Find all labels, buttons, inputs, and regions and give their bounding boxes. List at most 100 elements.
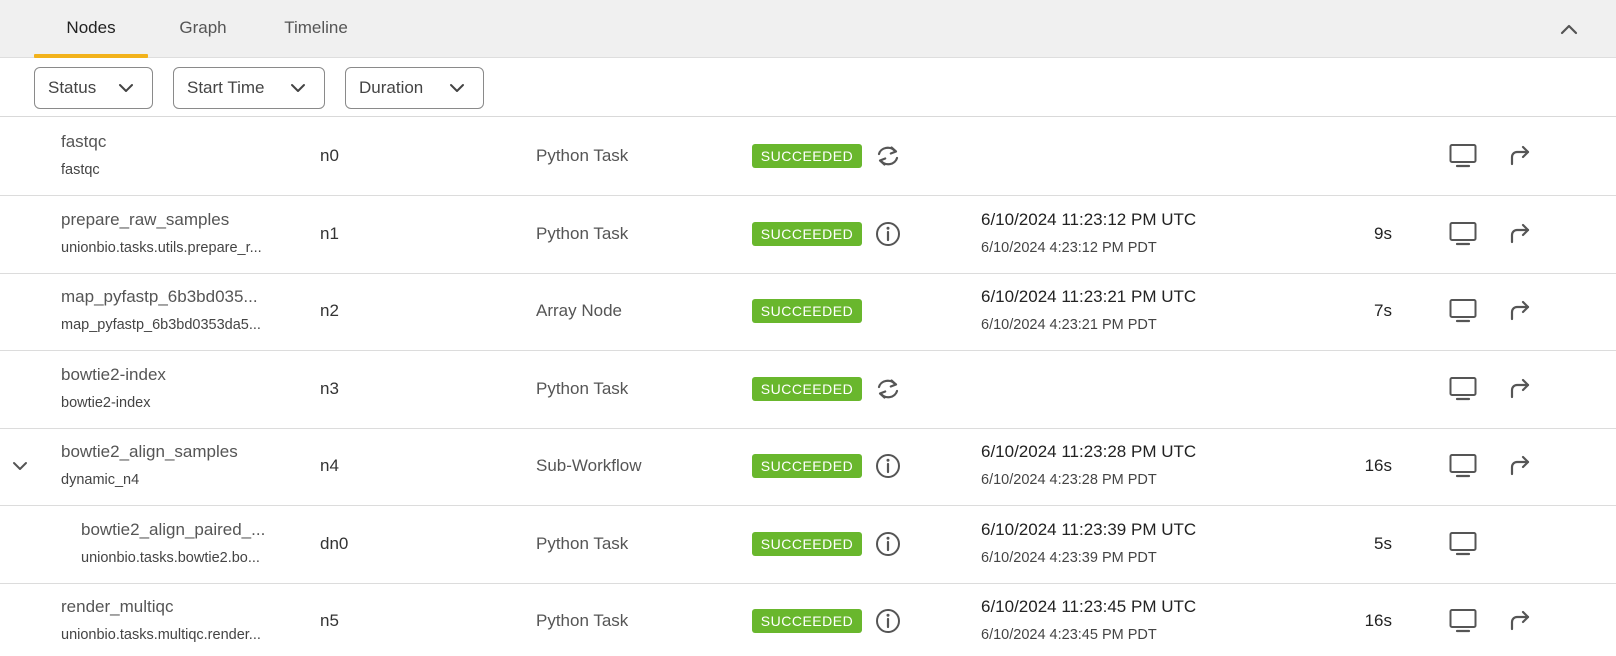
duration: 9s xyxy=(1374,223,1392,243)
node-subtitle: fastqc xyxy=(61,162,100,178)
start-time-filter-label: Start Time xyxy=(187,78,265,97)
tab-graph[interactable]: Graph xyxy=(158,0,248,58)
view-logs-button[interactable] xyxy=(1448,530,1478,558)
node-name: render_multiqc xyxy=(61,597,174,616)
rerun-arrow-icon xyxy=(1506,610,1534,639)
node-type: Array Node xyxy=(536,301,622,320)
rerun-button[interactable] xyxy=(1506,607,1534,635)
table-row[interactable]: bowtie2-index bowtie2-index n3 Python Task S… xyxy=(0,351,1616,429)
start-time-utc: 6/10/2024 11:23:28 PM UTC xyxy=(981,442,1197,461)
table-row[interactable]: render_multiqc unionbio.tasks.multiqc.ren… xyxy=(0,583,1616,656)
monitor-icon xyxy=(1448,609,1478,639)
duration-filter[interactable]: Duration xyxy=(345,67,484,109)
node-subtitle: unionbio.tasks.utils.prepare_r... xyxy=(61,239,262,256)
chevron-down-icon xyxy=(119,84,133,92)
node-name: prepare_raw_samples xyxy=(61,209,230,229)
start-time-local: 6/10/2024 4:23:28 PM PDT xyxy=(981,472,1157,488)
node-id: n5 xyxy=(320,611,339,630)
status-badge: SUCCEEDED xyxy=(752,376,862,401)
chevron-down-icon xyxy=(10,462,30,480)
chevron-down-icon xyxy=(450,84,464,92)
view-logs-button[interactable] xyxy=(1448,607,1478,635)
node-name: bowtie2_align_paired_... xyxy=(81,519,266,539)
rerun-arrow-icon xyxy=(1506,145,1534,174)
tab-bar: Nodes Graph Timeline xyxy=(0,0,1616,58)
start-time-local: 6/10/2024 4:23:21 PM PDT xyxy=(981,317,1157,333)
node-subtitle: dynamic_n4 xyxy=(61,472,140,488)
info-icon[interactable] xyxy=(874,530,902,558)
rerun-button[interactable] xyxy=(1506,220,1534,248)
node-type: Sub-Workflow xyxy=(536,456,642,475)
node-subtitle: bowtie2-index xyxy=(61,394,151,411)
start-time-filter[interactable]: Start Time xyxy=(173,67,325,109)
node-id: n4 xyxy=(320,456,339,475)
rerun-arrow-icon xyxy=(1506,455,1534,484)
rerun-button[interactable] xyxy=(1506,297,1534,325)
table-row[interactable]: bowtie2_align_samples dynamic_n4 n4 Sub-Wor… xyxy=(0,428,1616,506)
monitor-icon xyxy=(1448,144,1478,174)
view-logs-button[interactable] xyxy=(1448,297,1478,325)
duration: 7s xyxy=(1374,301,1392,320)
table-row[interactable]: bowtie2_align_paired_... unionbio.tasks.b… xyxy=(0,506,1616,584)
collapse-panel-button[interactable] xyxy=(1556,16,1582,42)
table-row[interactable]: map_pyfastp_6b3bd035... map_pyfastp_6b3bd… xyxy=(0,273,1616,351)
status-badge: SUCCEEDED xyxy=(752,609,862,633)
tab-timeline[interactable]: Timeline xyxy=(268,0,364,58)
view-logs-button[interactable] xyxy=(1448,375,1478,403)
duration: 5s xyxy=(1374,533,1392,553)
table-row[interactable]: prepare_raw_samples unionbio.tasks.utils.… xyxy=(0,196,1616,274)
node-type: Python Task xyxy=(536,223,629,243)
monitor-icon xyxy=(1448,376,1478,407)
node-type: Python Task xyxy=(536,611,629,630)
node-id: n2 xyxy=(320,301,339,320)
status-badge: SUCCEEDED xyxy=(752,531,862,556)
node-id: n1 xyxy=(320,223,339,243)
node-subtitle: map_pyfastp_6b3bd0353da5... xyxy=(61,317,261,333)
monitor-icon xyxy=(1448,531,1478,562)
chevron-down-icon xyxy=(291,84,305,92)
filter-bar: Status Start Time Duration xyxy=(0,58,1616,117)
start-time-local: 6/10/2024 4:23:12 PM PDT xyxy=(981,239,1157,256)
node-id: n3 xyxy=(320,378,339,398)
view-logs-button[interactable] xyxy=(1448,452,1478,480)
view-logs-button[interactable] xyxy=(1448,220,1478,248)
info-icon[interactable] xyxy=(874,607,902,635)
node-name: bowtie2_align_samples xyxy=(61,442,238,461)
node-subtitle: unionbio.tasks.multiqc.render... xyxy=(61,627,261,643)
status-badge: SUCCEEDED xyxy=(752,454,862,478)
node-name: map_pyfastp_6b3bd035... xyxy=(61,287,258,306)
cached-icon[interactable] xyxy=(874,142,902,170)
status-filter[interactable]: Status xyxy=(34,67,153,109)
info-icon[interactable] xyxy=(874,220,902,248)
table-row[interactable]: fastqc fastqc n0 Python Task SUCCEEDED xyxy=(0,118,1616,196)
node-type: Python Task xyxy=(536,146,629,165)
duration-filter-label: Duration xyxy=(359,78,424,97)
expand-row-button[interactable] xyxy=(10,456,30,476)
start-time-utc: 6/10/2024 11:23:21 PM UTC xyxy=(981,287,1197,306)
start-time-utc: 6/10/2024 11:23:45 PM UTC xyxy=(981,597,1197,616)
node-id: dn0 xyxy=(320,533,349,553)
rerun-button[interactable] xyxy=(1506,375,1534,403)
start-time-local: 6/10/2024 4:23:39 PM PDT xyxy=(981,549,1157,566)
view-logs-button[interactable] xyxy=(1448,142,1478,170)
rerun-button[interactable] xyxy=(1506,452,1534,480)
status-filter-label: Status xyxy=(48,78,97,97)
cached-icon[interactable] xyxy=(874,375,902,403)
info-icon[interactable] xyxy=(874,452,902,480)
node-type: Python Task xyxy=(536,378,629,398)
node-id: n0 xyxy=(320,146,339,165)
node-type: Python Task xyxy=(536,533,629,553)
monitor-icon xyxy=(1448,221,1478,252)
rerun-button[interactable] xyxy=(1506,142,1534,170)
status-badge: SUCCEEDED xyxy=(752,144,862,168)
node-subtitle: unionbio.tasks.bowtie2.bo... xyxy=(81,549,260,566)
start-time-utc: 6/10/2024 11:23:39 PM UTC xyxy=(981,519,1197,539)
rerun-arrow-icon xyxy=(1506,300,1534,329)
start-time-local: 6/10/2024 4:23:45 PM PDT xyxy=(981,627,1157,643)
status-badge: SUCCEEDED xyxy=(752,299,862,323)
tab-nodes[interactable]: Nodes xyxy=(34,0,148,58)
node-name: fastqc xyxy=(61,132,107,151)
start-time-utc: 6/10/2024 11:23:12 PM UTC xyxy=(981,209,1197,229)
duration: 16s xyxy=(1364,456,1392,475)
monitor-icon xyxy=(1448,454,1478,484)
